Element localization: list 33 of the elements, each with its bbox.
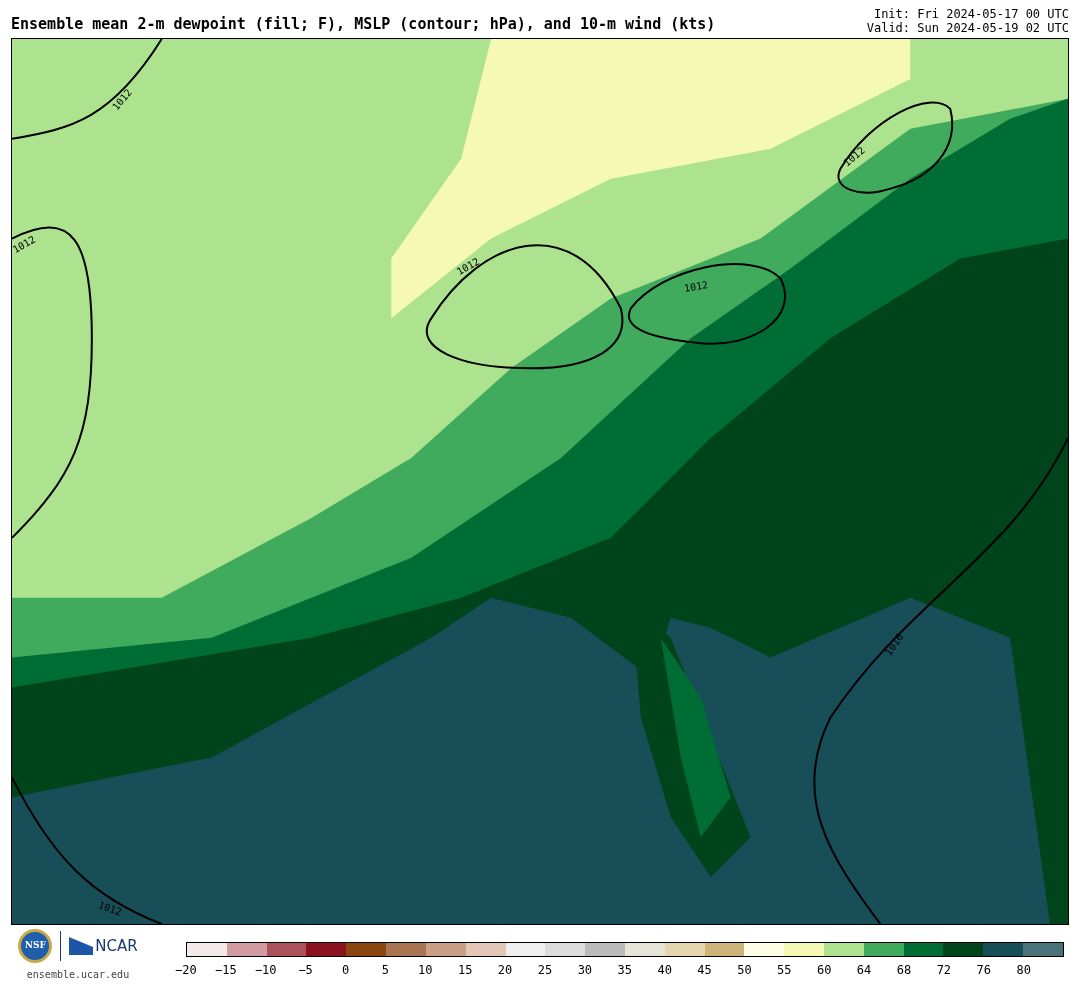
tick-label: 80 — [1015, 962, 1032, 979]
ncar-logo-icon — [69, 937, 94, 955]
tick-label: 5 — [380, 962, 390, 979]
tick-label: 20 — [496, 962, 514, 979]
tick-label: 76 — [975, 962, 992, 979]
site-url: ensemble.ucar.edu — [26, 968, 130, 982]
tick-label: 25 — [536, 962, 554, 979]
contour-label: 1012 — [12, 233, 38, 256]
tick-label: 68 — [895, 962, 913, 979]
contour-label: 1012 — [683, 279, 709, 294]
tick-label: 30 — [576, 962, 594, 979]
tick-label: 45 — [696, 962, 713, 979]
tick-label: −15 — [214, 962, 238, 979]
contour-label: 1012 — [454, 255, 482, 278]
tick-label: −5 — [297, 962, 314, 979]
tick-label: −10 — [253, 962, 278, 979]
tick-label: 60 — [815, 962, 833, 979]
nsf-logo: NSF — [18, 929, 53, 963]
plot-title: Ensemble mean 2-m dewpoint (fill; F), MSLP (contour; hPa), and 10-m wind (kts) — [11, 13, 716, 35]
tick-label: 72 — [935, 962, 953, 979]
tick-label: 15 — [456, 962, 474, 979]
tick-label: 35 — [616, 962, 633, 979]
tick-label: 50 — [736, 962, 753, 979]
contour-label: 1012 — [96, 899, 124, 918]
init-time: Init: Fri 2024-05-17 00 UTC — [873, 7, 1069, 21]
tick-label: 55 — [776, 962, 793, 979]
tick-label: −20 — [174, 962, 198, 979]
tick-label: 10 — [417, 962, 434, 979]
tick-label: 0 — [340, 962, 351, 979]
valid-time: Valid: Sun 2024-05-19 02 UTC — [866, 21, 1069, 35]
tick-label: 40 — [656, 962, 673, 979]
tick-label: 64 — [855, 962, 873, 979]
ncar-logo: NCAR — [95, 935, 138, 957]
